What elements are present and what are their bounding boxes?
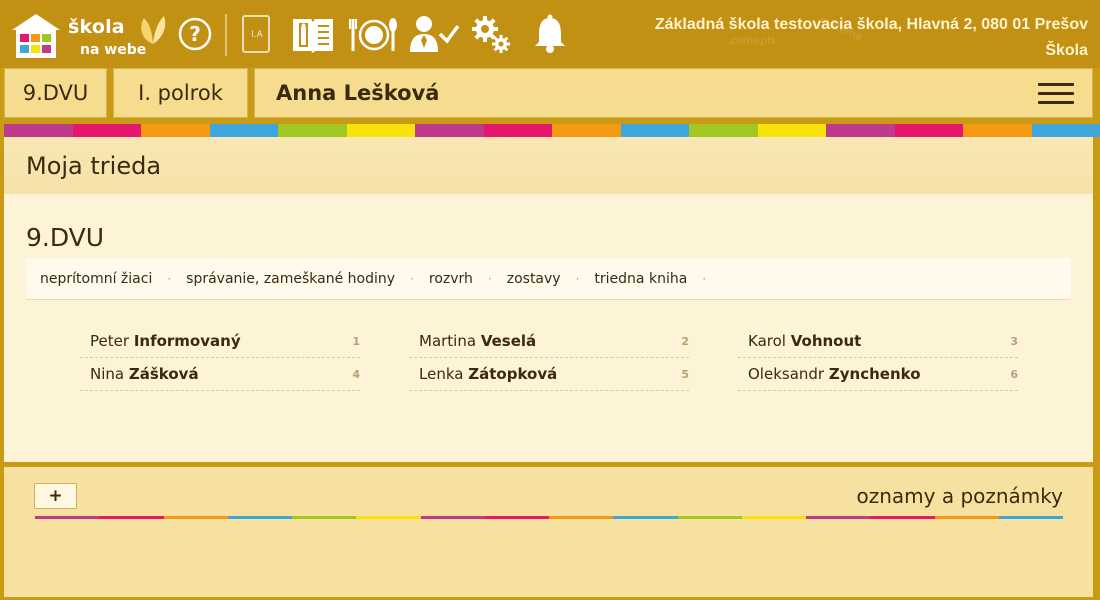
toolbar-divider [225, 14, 227, 56]
student-item[interactable]: Martina Veselá 2 [409, 325, 689, 358]
subnav-class-book[interactable]: triedna kniha [594, 271, 687, 287]
stripe-segment [209, 124, 278, 137]
student-name: Anna Lešková [276, 81, 440, 105]
stripe-segment [870, 516, 935, 519]
stripe-segment [549, 516, 614, 519]
stripe-segment [278, 124, 347, 137]
student-item[interactable]: Oleksandr Zynchenko 6 [738, 358, 1018, 391]
student-full-name: Martina Veselá [419, 332, 537, 350]
stripe-segment [1031, 124, 1100, 137]
student-number: 4 [352, 367, 360, 381]
teacher-check-icon[interactable] [408, 14, 460, 54]
stripe-segment [894, 124, 963, 137]
student-full-name: Nina Zášková [90, 365, 199, 383]
meal-icon[interactable] [348, 14, 400, 54]
app-logo[interactable]: škola na webe [10, 12, 166, 60]
class-book-icon[interactable]: I.A [238, 14, 274, 54]
add-note-button[interactable]: + [34, 483, 77, 509]
subnav-separator: · [410, 271, 414, 286]
top-bar: zemepis matema škola na webe ? I.A Zákla… [0, 0, 1100, 68]
stripe-segment [163, 516, 228, 519]
student-full-name: Lenka Zátopková [419, 365, 558, 383]
stripe-segment [415, 124, 484, 137]
stripe-segment [741, 516, 806, 519]
student-item[interactable]: Nina Zášková 4 [80, 358, 360, 391]
info-book-icon[interactable] [290, 14, 336, 54]
student-number: 1 [352, 334, 360, 348]
class-title: 9.DVU [26, 223, 105, 252]
term-selector[interactable]: I. polrok [113, 68, 248, 118]
stripe-segment [292, 516, 357, 519]
stripe-segment [346, 124, 415, 137]
menu-icon[interactable] [1038, 83, 1074, 105]
stripe-segment [99, 516, 164, 519]
student-number: 6 [1010, 367, 1018, 381]
stripe-segment [689, 124, 758, 137]
settings-icon[interactable] [470, 14, 512, 54]
svg-text:?: ? [189, 22, 201, 46]
logo-subtext: na webe [80, 42, 147, 58]
subnav-separator: · [702, 271, 707, 286]
logo-text: škola [68, 16, 125, 38]
stripe-segment [356, 516, 421, 519]
student-number: 5 [681, 367, 689, 381]
subnav-timetable[interactable]: rozvrh [429, 271, 473, 287]
stripe-segment [72, 124, 141, 137]
student-full-name: Oleksandr Zynchenko [748, 365, 921, 383]
background-watermark: zemepis [730, 34, 776, 47]
student-item[interactable]: Karol Vohnout 3 [738, 325, 1018, 358]
bell-icon[interactable] [530, 14, 570, 54]
stripe-segment [4, 124, 73, 137]
help-icon[interactable]: ? [176, 14, 214, 54]
class-subnav: neprítomní žiaci · správanie, zameškané … [26, 258, 1071, 300]
color-stripe [4, 124, 1100, 137]
student-full-name: Peter Informovaný [90, 332, 241, 350]
stripe-segment [227, 516, 292, 519]
student-number: 3 [1010, 334, 1018, 348]
stripe-segment [483, 124, 552, 137]
student-full-name: Karol Vohnout [748, 332, 862, 350]
notes-panel: + oznamy a poznámky [4, 467, 1093, 597]
school-house-icon [12, 14, 60, 58]
student-name-header: Anna Lešková [254, 68, 1093, 118]
stripe-segment [757, 124, 826, 137]
subnav-separator: · [575, 271, 580, 286]
class-selector[interactable]: 9.DVU [4, 68, 107, 118]
student-item[interactable]: Peter Informovaný 1 [80, 325, 360, 358]
stripe-segment [620, 124, 689, 137]
class-panel: Moja trieda 9.DVU neprítomní žiaci · spr… [4, 137, 1093, 462]
student-item[interactable]: Lenka Zátopková 5 [409, 358, 689, 391]
stripe-segment [35, 516, 100, 519]
notes-color-stripe [35, 516, 1063, 519]
stripe-segment [826, 124, 895, 137]
stripe-segment [934, 516, 999, 519]
stripe-segment [141, 124, 210, 137]
stripe-segment [420, 516, 485, 519]
notes-title: oznamy a poznámky [856, 484, 1063, 508]
subnav-separator: · [487, 271, 492, 286]
panel-title: Moja trieda [4, 137, 1093, 194]
subnav-reports[interactable]: zostavy [507, 271, 561, 287]
stripe-segment [613, 516, 678, 519]
user-role: Škola [1045, 42, 1088, 59]
subnav-absent-students[interactable]: neprítomní žiaci [40, 271, 152, 287]
stripe-segment [998, 516, 1063, 519]
butterfly-icon [141, 16, 166, 44]
stripe-segment [552, 124, 621, 137]
student-number: 2 [681, 334, 689, 348]
stripe-segment [484, 516, 549, 519]
subnav-separator: · [167, 271, 172, 286]
school-name: Základná škola testovacia škola, Hlavná … [654, 16, 1088, 33]
stripe-segment [677, 516, 742, 519]
stripe-segment [963, 124, 1032, 137]
subnav-behavior-absences[interactable]: správanie, zameškané hodiny [186, 271, 395, 287]
stripe-segment [806, 516, 871, 519]
svg-text:I.A: I.A [251, 30, 264, 40]
